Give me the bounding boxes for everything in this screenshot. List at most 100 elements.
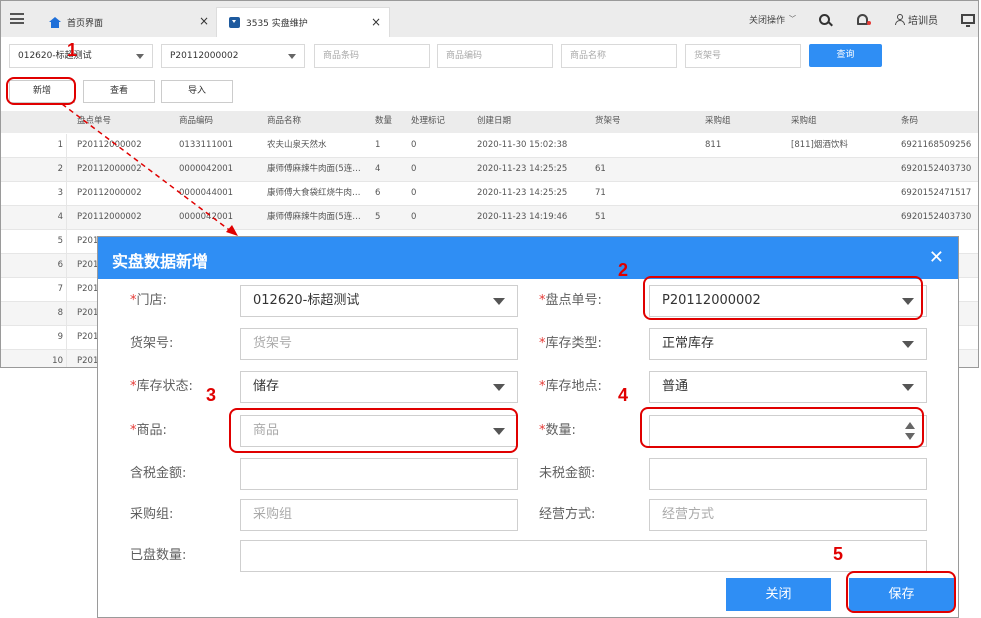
counted-qty-label: 已盘数量: [130, 548, 187, 563]
table-cell: 0000042001 [179, 212, 234, 222]
store-field-value: 012620-标超测试 [253, 293, 360, 308]
table-cell: 0000044001 [179, 188, 234, 198]
sheet-no-label-text: 盘点单号: [545, 293, 602, 308]
goods-code-input[interactable]: 商品编码 [437, 44, 553, 68]
table-cell: 0000042001 [179, 164, 234, 174]
stock-type-label: *库存类型: [539, 336, 602, 351]
table-cell: [811]烟酒饮料 [791, 140, 848, 150]
table-cell: 康师傅麻辣牛肉面(5连… [267, 212, 361, 222]
stock-type-value: 正常库存 [662, 336, 715, 351]
column-header[interactable]: 采购组 [791, 110, 817, 133]
table-cell: 2020-11-23 14:19:46 [477, 212, 568, 222]
table-cell: 0 [411, 212, 417, 222]
tax-amount-field[interactable] [240, 458, 518, 490]
tab-stock-take-label: 3535 实盘维护 [246, 19, 308, 29]
barcode-input[interactable]: 商品条码 [314, 44, 430, 68]
row-number: 6 [1, 254, 67, 278]
caret-down-icon [288, 54, 296, 59]
column-header[interactable]: 处理标记 [411, 110, 445, 133]
table-row[interactable]: 4 P20112000002 0000042001 康师傅麻辣牛肉面(5连… 5 0 202… [1, 206, 978, 230]
tab-close-icon[interactable]: × [371, 15, 381, 29]
notax-amount-field[interactable] [649, 458, 927, 490]
close-icon[interactable]: ✕ [929, 247, 944, 268]
caret-down-icon [902, 341, 914, 348]
table-cell: 6920152403730 [901, 164, 972, 174]
store-select[interactable]: 012620-标超测试 [9, 44, 153, 68]
stock-location-field[interactable]: 普通 [649, 371, 927, 403]
view-button[interactable]: 查看 [83, 80, 155, 103]
goods-name-input[interactable]: 商品名称 [561, 44, 677, 68]
row-number: 10 [1, 350, 67, 367]
row-number: 5 [1, 230, 67, 254]
table-row[interactable]: 1 P20112000002 0133111001 农夫山泉天然水 1 0 2020-11-… [1, 134, 978, 158]
table-cell: 康师傅大食袋红烧牛肉… [267, 188, 361, 198]
table-cell: 2020-11-23 14:25:25 [477, 164, 568, 174]
annotation-box-3 [229, 408, 518, 453]
screen-button[interactable] [961, 1, 975, 37]
table-cell: 5 [375, 212, 381, 222]
annotation-number-2: 2 [618, 260, 629, 280]
goods-label: *商品: [130, 423, 167, 438]
purchase-group-field[interactable]: 采购组 [240, 499, 518, 531]
dialog-header: 实盘数据新增 ✕ [98, 237, 958, 279]
table-cell: 6 [375, 188, 381, 198]
column-header[interactable]: 商品编码 [179, 110, 213, 133]
notax-amount-label: 未税金额: [539, 466, 596, 481]
column-header[interactable]: 货架号 [595, 110, 621, 133]
query-button[interactable]: 查询 [809, 44, 882, 67]
shelf-label: 货架号: [130, 336, 174, 351]
counted-qty-field[interactable] [240, 540, 927, 572]
annotation-box-4 [640, 407, 924, 448]
shelf-field[interactable]: 货架号 [240, 328, 518, 360]
column-header[interactable]: 盘点单号 [77, 110, 111, 133]
row-number: 4 [1, 206, 67, 230]
annotation-number-1: 1 [67, 40, 78, 60]
column-header[interactable]: 条码 [901, 110, 918, 133]
column-header[interactable]: 采购组 [705, 110, 731, 133]
table-cell: 51 [595, 212, 606, 222]
shelf-input[interactable]: 货架号 [685, 44, 801, 68]
stock-type-label-text: 库存类型: [545, 336, 602, 351]
purchase-group-label: 采购组: [130, 507, 174, 522]
shelf-placeholder: 货架号 [694, 51, 722, 61]
column-header[interactable]: 商品名称 [267, 110, 301, 133]
store-field[interactable]: 012620-标超测试 [240, 285, 518, 317]
business-mode-field[interactable]: 经营方式 [649, 499, 927, 531]
chevron-down-icon: ﹀ [789, 15, 797, 23]
store-label-text: 门店: [136, 293, 167, 308]
column-header[interactable]: 数量 [375, 110, 392, 133]
stock-type-field[interactable]: 正常库存 [649, 328, 927, 360]
table-row[interactable]: 2 P20112000002 0000042001 康师傅麻辣牛肉面(5连… 4 0 202… [1, 158, 978, 182]
table-cell: 811 [705, 140, 722, 150]
table-header: 盘点单号 商品编码 商品名称 数量 处理标记 创建日期 货架号 采购组 采购组 条码 [1, 110, 978, 133]
notification-button[interactable] [857, 1, 871, 37]
tab-close-icon[interactable]: × [199, 14, 209, 28]
search-button[interactable] [819, 1, 830, 37]
tab-stock-take[interactable]: 3535 实盘维护 × [216, 7, 390, 37]
table-cell: 1 [375, 140, 381, 150]
menu-icon[interactable] [10, 13, 24, 24]
row-number: 9 [1, 326, 67, 350]
tab-home[interactable]: 首页界面 × [37, 7, 217, 37]
table-cell: 康师傅麻辣牛肉面(5连… [267, 164, 361, 174]
annotation-number-4: 4 [618, 385, 629, 405]
annotation-number-5: 5 [833, 544, 844, 564]
table-row[interactable]: 3 P20112000002 0000044001 康师傅大食袋红烧牛肉… 6 0 2020… [1, 182, 978, 206]
business-mode-label: 经营方式: [539, 507, 596, 522]
column-header[interactable]: 创建日期 [477, 110, 511, 133]
import-button[interactable]: 导入 [161, 80, 233, 103]
stock-status-field[interactable]: 储存 [240, 371, 518, 403]
close-ops-menu[interactable]: 关闭操作 ﹀ [749, 1, 796, 37]
row-number: 2 [1, 158, 67, 182]
dialog-title: 实盘数据新增 [112, 252, 209, 271]
stock-status-label: *库存状态: [130, 379, 193, 394]
tab-home-label: 首页界面 [67, 18, 104, 29]
sheet-no-select[interactable]: P20112000002 [161, 44, 305, 68]
caret-down-icon [136, 54, 144, 59]
table-cell: 0 [411, 188, 417, 198]
store-label: *门店: [130, 293, 167, 308]
stock-location-label: *库存地点: [539, 379, 602, 394]
user-menu[interactable]: 培训员 [895, 1, 938, 37]
document-icon [229, 17, 240, 28]
close-button[interactable]: 关闭 [726, 578, 831, 611]
